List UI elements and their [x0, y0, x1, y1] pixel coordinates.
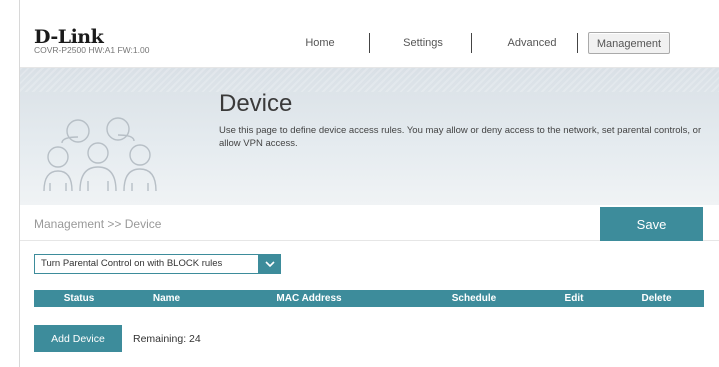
nav-divider: [577, 33, 578, 53]
nav-management[interactable]: Management: [588, 32, 670, 54]
model-info: COVR-P2500 HW:A1 FW:1.00: [34, 45, 150, 55]
nav-divider: [369, 33, 370, 53]
device-table-header: Status Name MAC Address Schedule Edit De…: [34, 290, 704, 307]
header: D-Link COVR-P2500 HW:A1 FW:1.00 Home Set…: [20, 0, 719, 68]
select-toggle[interactable]: [259, 254, 281, 274]
column-header-name: Name: [152, 293, 181, 304]
nav-advanced[interactable]: Advanced: [492, 32, 572, 54]
page-title: Device: [219, 90, 293, 117]
chevron-down-icon: [265, 260, 275, 267]
column-header-schedule: Schedule: [451, 293, 497, 304]
column-header-status: Status: [63, 293, 95, 304]
add-device-button[interactable]: Add Device: [34, 325, 122, 352]
remaining-count: Remaining: 24: [133, 333, 201, 345]
banner-decoration: [20, 68, 719, 92]
nav-divider: [471, 33, 472, 53]
select-value[interactable]: Turn Parental Control on with BLOCK rule…: [34, 254, 259, 274]
parental-control-select[interactable]: Turn Parental Control on with BLOCK rule…: [34, 254, 281, 274]
nav-settings[interactable]: Settings: [388, 32, 458, 54]
page-description: Use this page to define device access ru…: [219, 125, 702, 149]
app-frame: D-Link COVR-P2500 HW:A1 FW:1.00 Home Set…: [19, 0, 719, 367]
column-header-delete: Delete: [641, 293, 672, 304]
people-icon: [43, 117, 157, 192]
breadcrumb-bar: Management >> Device Save: [20, 205, 719, 241]
save-button[interactable]: Save: [600, 207, 703, 241]
page-banner: Device Use this page to define device ac…: [20, 68, 719, 205]
column-header-edit: Edit: [564, 293, 584, 304]
column-header-mac-address: MAC Address: [276, 293, 342, 304]
breadcrumb: Management >> Device: [34, 217, 162, 231]
nav-home[interactable]: Home: [290, 32, 350, 54]
